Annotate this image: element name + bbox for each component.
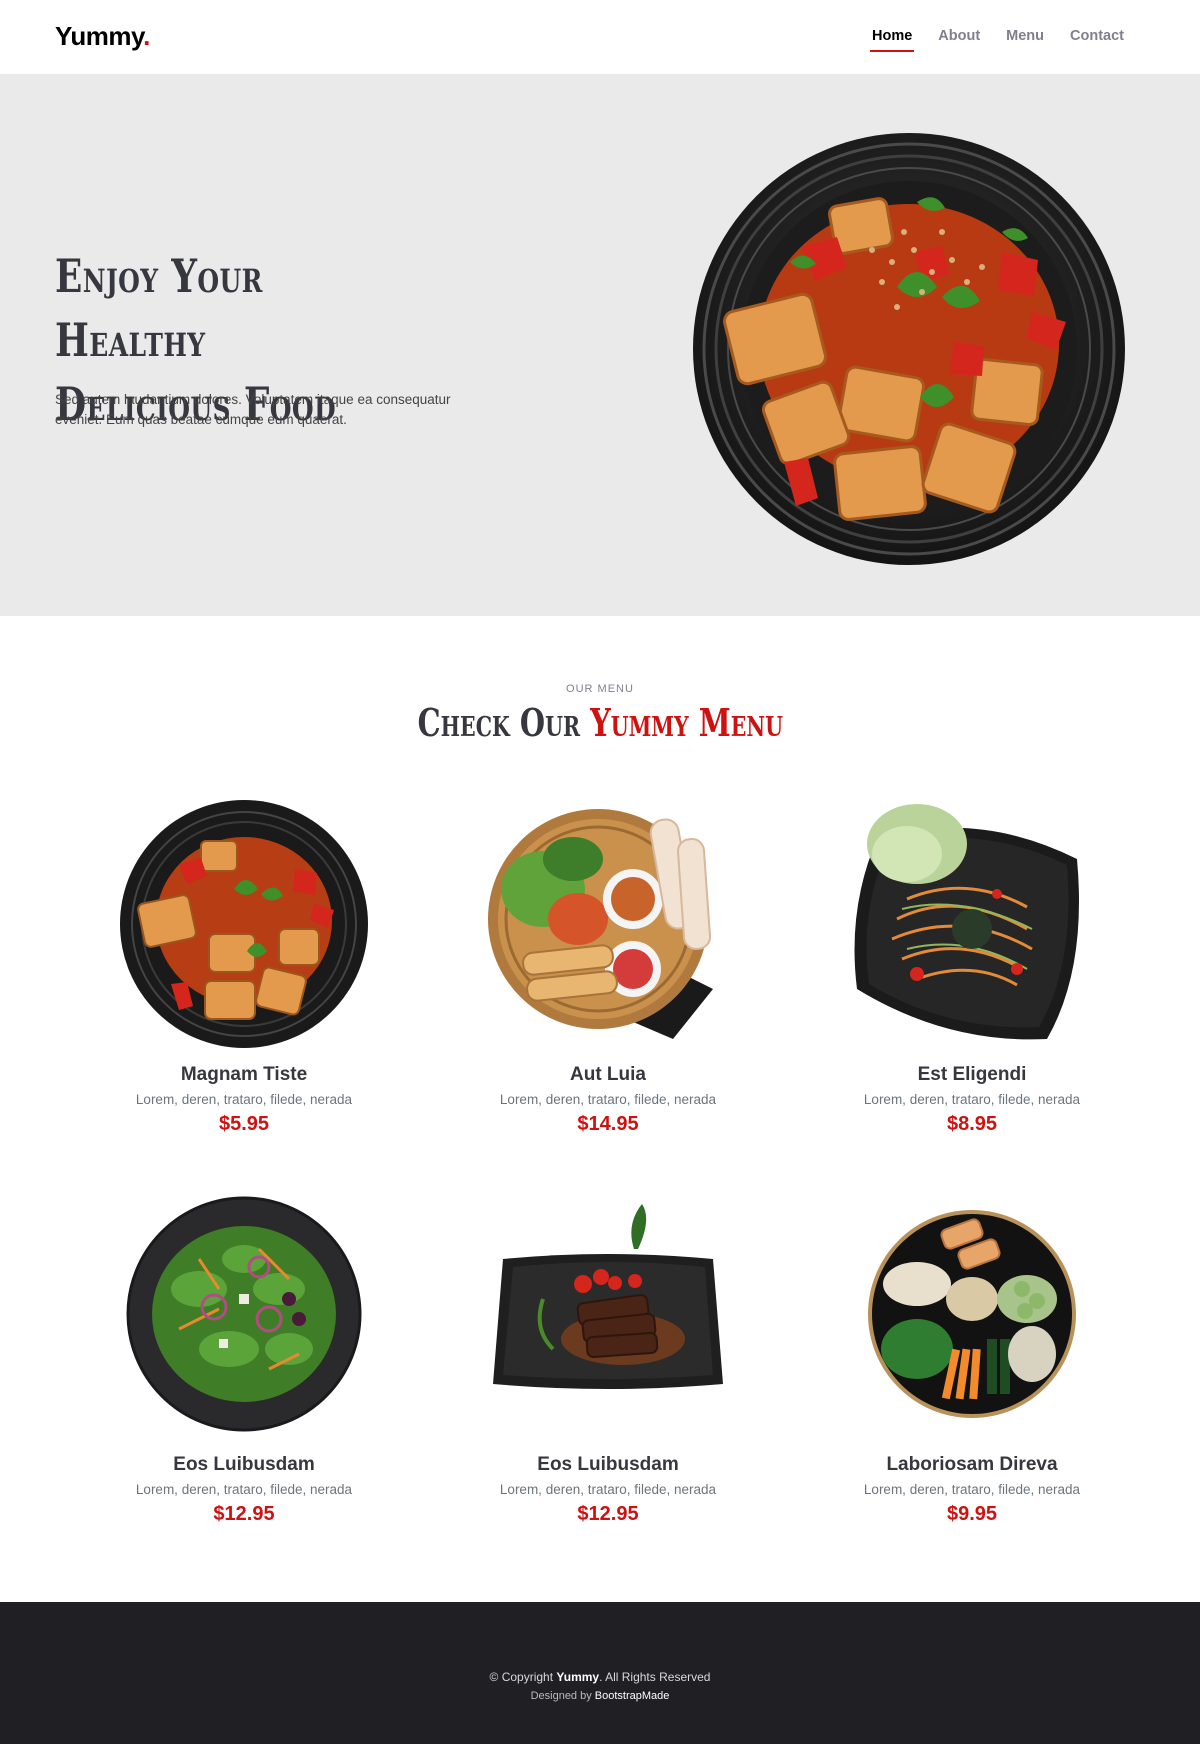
hero-food-image <box>693 133 1125 565</box>
menu-item-ingredients: Lorem, deren, trataro, filede, nerada <box>863 1092 1081 1107</box>
copyright-brand: Yummy <box>556 1670 600 1684</box>
logo-text: Yummy <box>55 21 144 51</box>
poke-bowl-image <box>868 1210 1076 1418</box>
credits-prefix: Designed by <box>530 1690 595 1702</box>
nav-link-about[interactable]: About <box>938 28 980 52</box>
menu-item-price: $8.95 <box>946 1113 998 1135</box>
menu-item-price: $12.95 <box>213 1503 275 1525</box>
menu-item-ingredients: Lorem, deren, trataro, filede, nerada <box>499 1092 717 1107</box>
menu-title: Check Our Yummy Menu <box>0 700 1200 745</box>
papaya-salad-plate-image <box>854 804 1079 1040</box>
green-salad-plate-image <box>126 1196 362 1432</box>
credits-link[interactable]: BootstrapMade <box>595 1690 670 1702</box>
menu-item-price: $9.95 <box>946 1503 998 1525</box>
menu-item-name[interactable]: Eos Luibusdam <box>84 1454 404 1476</box>
tofu-stirfry-bowl-image <box>120 800 368 1048</box>
menu-item-name[interactable]: Aut Luia <box>448 1064 768 1086</box>
menu-item: Est Eligendi Lorem, deren, trataro, file… <box>812 799 1132 1136</box>
menu-item-name[interactable]: Eos Luibusdam <box>448 1454 768 1476</box>
menu-item-price: $14.95 <box>577 1113 639 1135</box>
menu-item-ingredients: Lorem, deren, trataro, filede, nerada <box>135 1092 353 1107</box>
site-footer: © Copyright Yummy. All Rights Reserved D… <box>0 1602 1200 1744</box>
menu-item: Eos Luibusdam Lorem, deren, trataro, fil… <box>84 1189 404 1526</box>
hero-section: Enjoy Your Healthy Delicious Food Sed au… <box>0 74 1200 616</box>
hero-title-line1: Enjoy Your Healthy <box>55 249 263 367</box>
menu-item-ingredients: Lorem, deren, trataro, filede, nerada <box>499 1482 717 1497</box>
menu-item: Laboriosam Direva Lorem, deren, trataro,… <box>812 1189 1132 1526</box>
menu-title-plain: Check Our <box>417 700 590 745</box>
menu-item-ingredients: Lorem, deren, trataro, filede, nerada <box>863 1482 1081 1497</box>
hero-text: Sed autem laudantium dolores. Voluptatem… <box>55 392 451 427</box>
menu-item-price: $12.95 <box>577 1503 639 1525</box>
menu-item-ingredients: Lorem, deren, trataro, filede, nerada <box>135 1482 353 1497</box>
menu-item: Eos Luibusdam Lorem, deren, trataro, fil… <box>448 1189 768 1526</box>
site-header: Yummy. Home About Menu Contact <box>0 0 1200 74</box>
menu-subtitle: Our Menu <box>566 683 634 695</box>
logo-dot: . <box>143 21 150 51</box>
copyright-prefix: © Copyright <box>489 1670 557 1684</box>
menu-item-name[interactable]: Magnam Tiste <box>84 1064 404 1086</box>
menu-item-name[interactable]: Laboriosam Direva <box>812 1454 1132 1476</box>
copyright-suffix: . All Rights Reserved <box>599 1670 711 1684</box>
menu-item-price: $5.95 <box>218 1113 270 1135</box>
menu-item-name[interactable]: Est Eligendi <box>812 1064 1132 1086</box>
spring-rolls-basket-image <box>488 809 713 1039</box>
grilled-beef-slate-image <box>493 1204 723 1389</box>
logo[interactable]: Yummy. <box>55 21 150 52</box>
nav-link-home[interactable]: Home <box>869 28 915 52</box>
main-nav: Home About Menu Contact <box>846 28 1124 52</box>
nav-link-menu[interactable]: Menu <box>1006 28 1044 52</box>
credits: Designed by BootstrapMade <box>0 1690 1200 1702</box>
nav-link-contact[interactable]: Contact <box>1070 28 1124 52</box>
copyright: © Copyright Yummy. All Rights Reserved <box>0 1670 1200 1684</box>
menu-item: Magnam Tiste Lorem, deren, trataro, file… <box>84 799 404 1136</box>
menu-item: Aut Luia Lorem, deren, trataro, filede, … <box>448 799 768 1136</box>
menu-title-accent: Yummy Menu <box>589 700 783 745</box>
